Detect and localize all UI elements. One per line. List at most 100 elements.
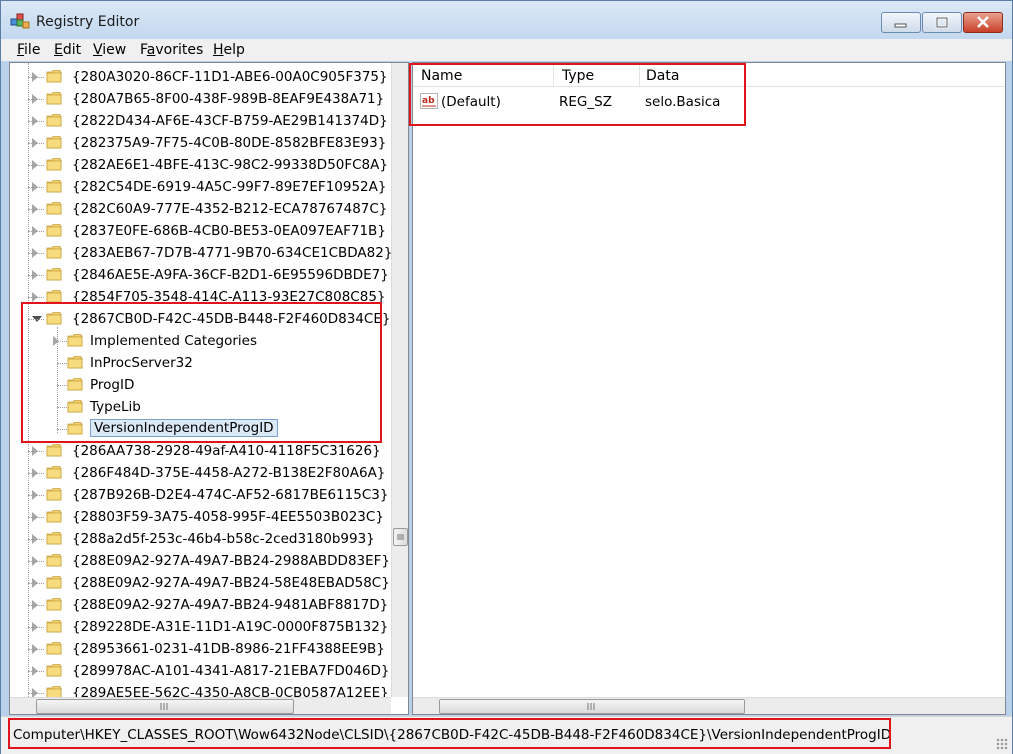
tree-key-label: {287B926B-D2E4-474C-AF52-6817BE6115C3} — [72, 487, 389, 503]
grip-icon — [397, 534, 404, 540]
tree-key-row[interactable]: {28803F59-3A75-4058-995F-4EE5503B023C} — [10, 506, 385, 528]
tree-vertical-scroll-thumb[interactable] — [393, 528, 408, 546]
menu-file-accelerator: F — [17, 42, 25, 58]
tree-key-row[interactable]: {289978AC-A101-4341-A817-21EBA7FD046D} — [10, 660, 390, 682]
string-value-icon: ab — [420, 93, 438, 109]
tree-key-row[interactable]: {2822D434-AF6E-43CF-B759-AE29B141374D} — [10, 110, 388, 132]
tree-key-row[interactable]: {2854F705-3548-414C-A113-93E27C808C85} — [10, 286, 386, 308]
key-tree-pane[interactable]: {280A3020-86CF-11D1-ABE6-00A0C905F375} {2… — [9, 62, 409, 715]
tree-key-row[interactable]: {280A7B65-8F00-438F-989B-8EAF9E438A71} — [10, 88, 385, 110]
tree-key-label: VersionIndependentProgID — [90, 419, 278, 437]
tree-key-label: {289228DE-A31E-11D1-A19C-0000F875B132} — [72, 619, 389, 635]
folder-icon — [46, 70, 62, 83]
svg-text:ab: ab — [422, 96, 435, 106]
tree-connector-line — [28, 77, 44, 78]
tree-key-label: {288E09A2-927A-49A7-BB24-9481ABF8817D} — [72, 597, 389, 613]
resize-grip-icon[interactable] — [996, 738, 1008, 750]
tree-subkey-row[interactable]: TypeLib — [10, 396, 385, 418]
tree-key-label: {2822D434-AF6E-43CF-B759-AE29B141374D} — [72, 113, 388, 129]
menu-help[interactable]: Help — [213, 42, 245, 58]
tree-key-row-expanded[interactable]: {2867CB0D-F42C-45DB-B448-F2F460D834CE} — [10, 308, 390, 330]
tree-connector-line — [28, 253, 44, 254]
menu-bar: File Edit View Favorites Help — [1, 39, 1012, 61]
column-header-type[interactable]: Type — [554, 63, 640, 87]
folder-icon — [46, 180, 62, 193]
tree-key-label: {283AEB67-7D7B-4771-9B70-634CE1CBDA82} — [72, 245, 393, 261]
tree-key-row[interactable]: {283AEB67-7D7B-4771-9B70-634CE1CBDA82} — [10, 242, 392, 264]
tree-key-row[interactable]: {28953661-0231-41DB-8986-21FF4388EE9B} — [10, 638, 385, 660]
tree-connector-line — [28, 649, 44, 650]
maximize-button[interactable] — [922, 12, 962, 33]
tree-key-label: {280A7B65-8F00-438F-989B-8EAF9E438A71} — [72, 91, 385, 107]
menu-file[interactable]: File — [17, 42, 40, 58]
folder-icon — [46, 576, 62, 589]
tree-key-row[interactable]: {288a2d5f-253c-46b4-b58c-2ced3180b993} — [10, 528, 385, 550]
tree-connector-line — [28, 561, 44, 562]
folder-icon — [46, 664, 62, 677]
tree-connector-line — [28, 275, 44, 276]
tree-subkey-row[interactable]: Implemented Categories — [10, 330, 385, 352]
folder-icon — [46, 114, 62, 127]
tree-key-row[interactable]: {280A3020-86CF-11D1-ABE6-00A0C905F375} — [10, 66, 388, 88]
tree-key-row[interactable]: {282AE6E1-4BFE-413C-98C2-99338D50FC8A} — [10, 154, 388, 176]
tree-horizontal-scrollbar[interactable] — [10, 697, 391, 714]
list-horizontal-scrollbar[interactable] — [413, 697, 1005, 714]
tree-key-row[interactable]: {282C60A9-777E-4352-B212-ECA78767487C} — [10, 198, 387, 220]
tree-key-row[interactable]: {289228DE-A31E-11D1-A19C-0000F875B132} — [10, 616, 389, 638]
menu-help-accelerator: H — [213, 42, 224, 58]
tree-subkey-row[interactable]: VersionIndependentProgID — [10, 418, 385, 440]
tree-key-row[interactable]: {288E09A2-927A-49A7-BB24-9481ABF8817D} — [10, 594, 389, 616]
tree-connector-line — [28, 121, 44, 122]
tree-key-row[interactable]: {286F484D-375E-4458-A272-B138E2F80A6A} — [10, 462, 385, 484]
title-bar[interactable]: Registry Editor — [1, 1, 1012, 39]
tree-connector-line — [28, 473, 44, 474]
menu-edit-accelerator: E — [54, 42, 63, 58]
tree-key-row[interactable]: {282375A9-7F75-4C0B-80DE-8582BFE83E93} — [10, 132, 386, 154]
tree-key-label: {28803F59-3A75-4058-995F-4EE5503B023C} — [72, 509, 384, 525]
tree-subkey-row[interactable]: InProcServer32 — [10, 352, 385, 374]
folder-icon — [46, 444, 62, 457]
tree-vertical-scrollbar[interactable] — [391, 63, 408, 697]
tree-key-row[interactable]: {286AA738-2928-49af-A410-4118F5C31626} — [10, 440, 385, 462]
close-icon — [977, 16, 989, 28]
tree-key-row[interactable]: {2846AE5E-A9FA-36CF-B2D1-6E95596DBDE7} — [10, 264, 389, 286]
column-header-name[interactable]: Name — [413, 63, 554, 87]
tree-subkey-row[interactable]: ProgID — [10, 374, 385, 396]
values-list-pane[interactable]: Name Type Data ab (Default) REG_SZ selo.… — [412, 62, 1006, 715]
tree-key-label: {28953661-0231-41DB-8986-21FF4388EE9B} — [72, 641, 385, 657]
registry-editor-app-icon — [10, 13, 30, 29]
folder-icon — [46, 532, 62, 545]
menu-edit[interactable]: Edit — [54, 42, 81, 58]
tree-key-row[interactable]: {2837E0FE-686B-4CB0-BE53-0EA097EAF71B} — [10, 220, 386, 242]
folder-icon — [46, 598, 62, 611]
folder-icon — [67, 400, 83, 413]
tree-connector-line — [28, 495, 44, 496]
tree-key-label: {288E09A2-927A-49A7-BB24-2988ABDD83EF} — [72, 553, 391, 569]
tree-key-label: {288E09A2-927A-49A7-BB24-58E48EBAD58C} — [72, 575, 390, 591]
tree-key-row[interactable]: {282C54DE-6919-4A5C-99F7-89E7EF10952A} — [10, 176, 386, 198]
menu-favorites-prefix: F — [140, 42, 147, 58]
tree-connector-line — [28, 671, 44, 672]
tree-connector-line — [28, 99, 44, 100]
value-type: REG_SZ — [559, 94, 612, 110]
folder-icon — [46, 92, 62, 105]
value-row-default[interactable]: ab (Default) REG_SZ selo.Basica — [413, 91, 1005, 113]
tree-key-row[interactable]: {287B926B-D2E4-474C-AF52-6817BE6115C3} — [10, 484, 389, 506]
menu-help-label: elp — [223, 42, 245, 58]
tree-horizontal-scroll-thumb[interactable] — [36, 699, 294, 714]
tree-key-row[interactable]: {288E09A2-927A-49A7-BB24-2988ABDD83EF} — [10, 550, 390, 572]
column-header-data-label: Data — [646, 68, 680, 84]
list-horizontal-scroll-thumb[interactable] — [439, 699, 745, 714]
minimize-button[interactable] — [881, 12, 921, 33]
column-header-data[interactable]: Data — [640, 63, 1005, 87]
folder-icon — [67, 378, 83, 391]
close-button[interactable] — [963, 12, 1003, 33]
tree-key-row[interactable]: {288E09A2-927A-49A7-BB24-58E48EBAD58C} — [10, 572, 390, 594]
menu-favorites-label: vorites — [155, 42, 204, 58]
menu-view[interactable]: View — [93, 42, 126, 58]
folder-icon — [46, 202, 62, 215]
grip-icon — [587, 703, 595, 710]
menu-favorites[interactable]: Favorites — [140, 42, 203, 58]
tree-key-label: {2867CB0D-F42C-45DB-B448-F2F460D834CE} — [72, 311, 391, 327]
tree-key-label: {2854F705-3548-414C-A113-93E27C808C85} — [72, 289, 386, 305]
